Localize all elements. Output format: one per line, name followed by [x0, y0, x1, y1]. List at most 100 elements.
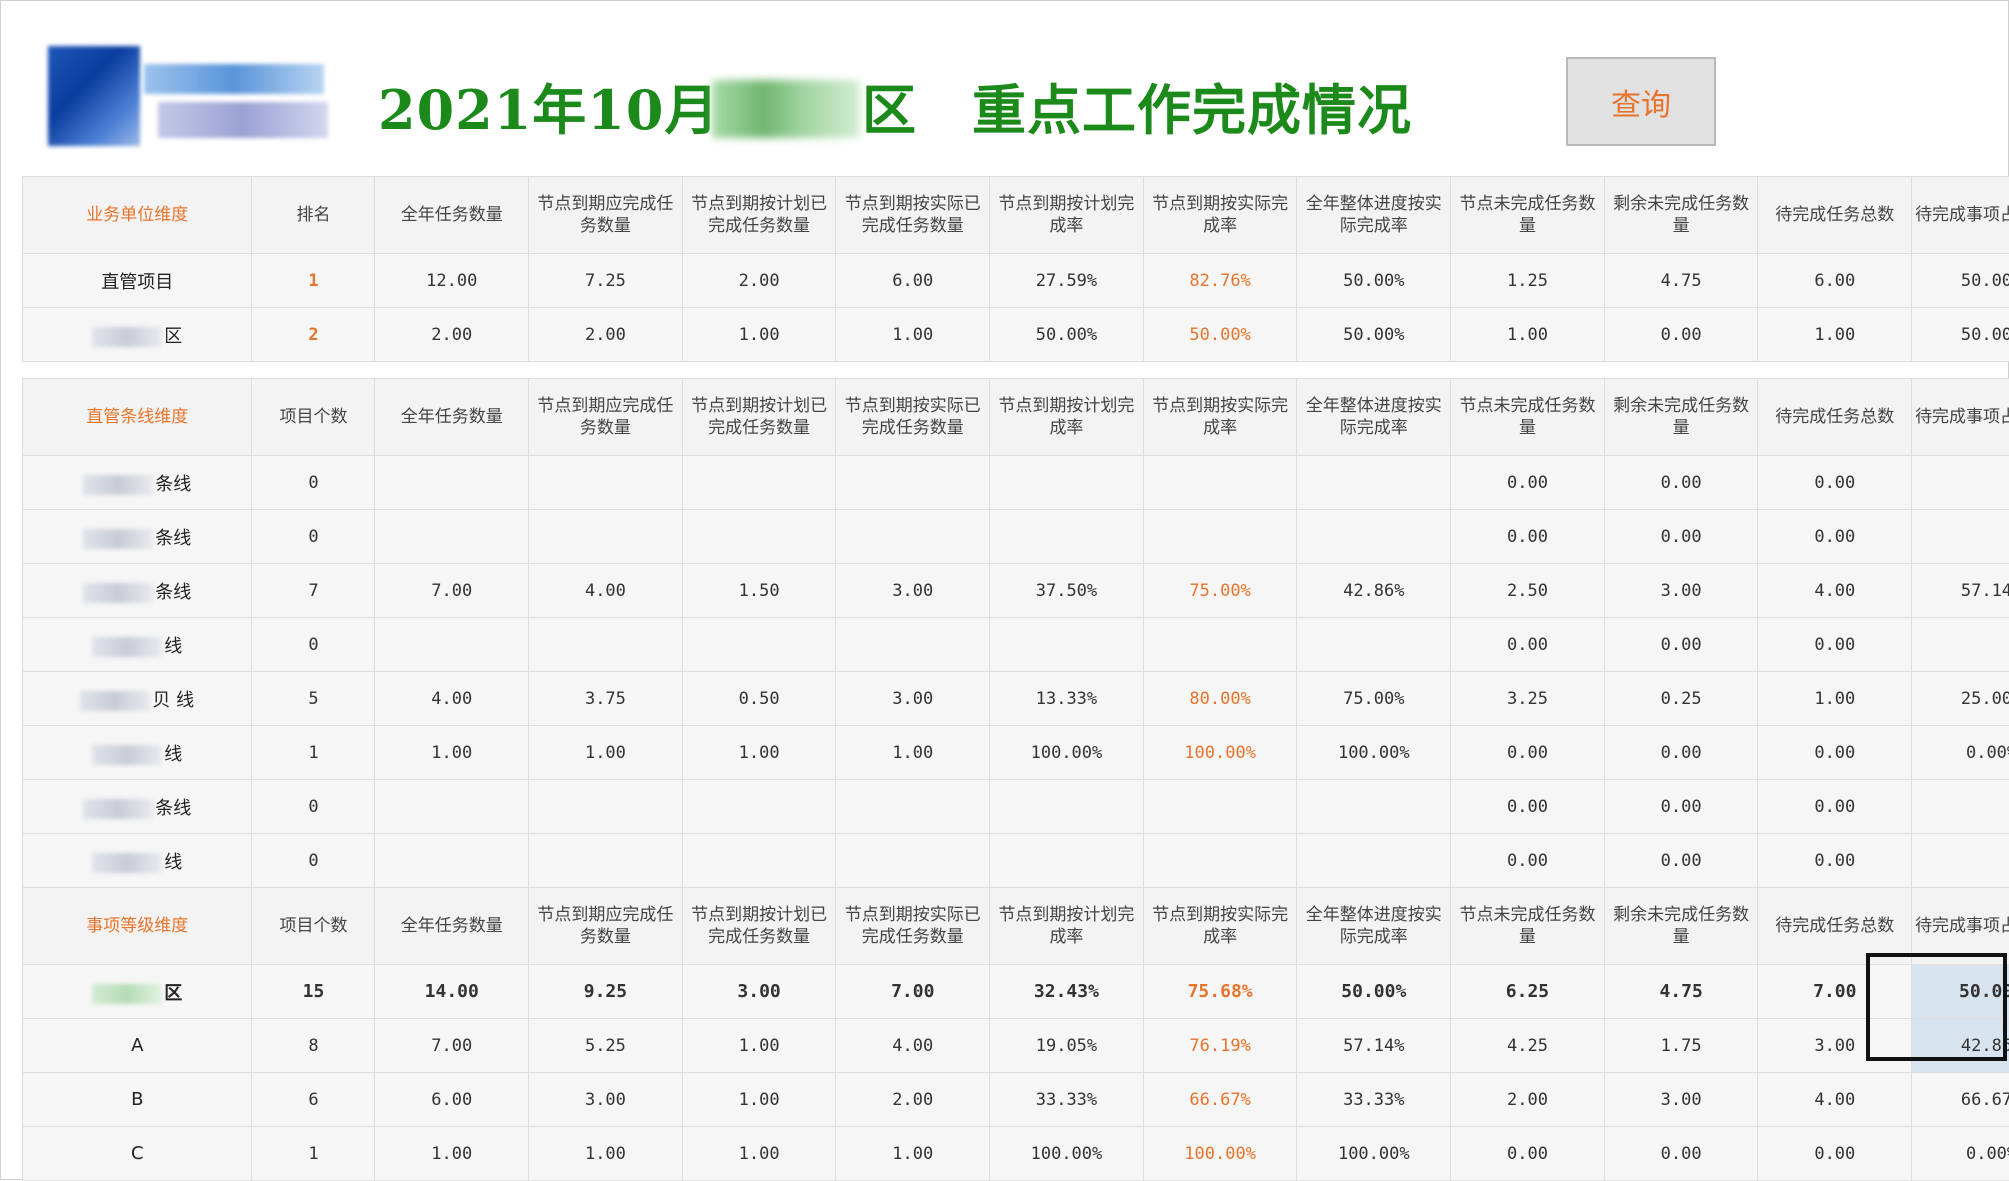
row-label-cell[interactable]: A: [23, 1019, 252, 1073]
column-header[interactable]: 节点到期按实际完成率: [1143, 177, 1297, 254]
value-cell[interactable]: 80.00%: [1143, 672, 1297, 726]
row-label-cell[interactable]: B: [23, 1073, 252, 1127]
value-cell[interactable]: [1143, 618, 1297, 672]
value-cell[interactable]: 0.00: [1451, 1127, 1605, 1181]
value-cell[interactable]: 32.43%: [990, 965, 1144, 1019]
rank-cell[interactable]: 2: [252, 308, 375, 362]
value-cell[interactable]: 12.00: [375, 254, 529, 308]
value-cell[interactable]: 0.00: [1604, 618, 1758, 672]
value-cell[interactable]: 100.00%: [1297, 1127, 1451, 1181]
value-cell[interactable]: 6.00: [836, 254, 990, 308]
value-cell[interactable]: 0.00: [1758, 726, 1912, 780]
value-cell[interactable]: 0.00: [1604, 780, 1758, 834]
value-cell[interactable]: 0.00: [1451, 726, 1605, 780]
value-cell[interactable]: [1297, 456, 1451, 510]
value-cell[interactable]: 6.00: [375, 1073, 529, 1127]
column-header[interactable]: 节点到期按计划已完成任务数量: [682, 379, 836, 456]
value-cell[interactable]: 0.00: [1604, 726, 1758, 780]
value-cell[interactable]: 6.00: [1758, 254, 1912, 308]
value-cell[interactable]: [836, 456, 990, 510]
row-label-cell[interactable]: 条线: [23, 564, 252, 618]
value-cell[interactable]: 1.75: [1604, 1019, 1758, 1073]
column-header[interactable]: 节点到期应完成任务数量: [529, 177, 683, 254]
value-cell[interactable]: 3.00: [836, 564, 990, 618]
value-cell[interactable]: [375, 510, 529, 564]
value-cell[interactable]: 57.14%: [1297, 1019, 1451, 1073]
value-cell[interactable]: 2.00: [375, 308, 529, 362]
value-cell[interactable]: [529, 780, 683, 834]
row-label-cell[interactable]: 条线: [23, 510, 252, 564]
value-cell[interactable]: 66.67%: [1912, 1073, 2009, 1127]
count-cell[interactable]: 15: [252, 965, 375, 1019]
value-cell[interactable]: 3.00: [682, 965, 836, 1019]
column-header[interactable]: 待完成任务总数: [1758, 379, 1912, 456]
value-cell[interactable]: [1912, 834, 2009, 888]
column-header[interactable]: 排名: [252, 177, 375, 254]
column-header[interactable]: 节点到期按计划已完成任务数量: [682, 888, 836, 965]
column-header[interactable]: 待完成任务总数: [1758, 177, 1912, 254]
count-cell[interactable]: 0: [252, 834, 375, 888]
value-cell[interactable]: 4.00: [529, 564, 683, 618]
value-cell[interactable]: 37.50%: [990, 564, 1144, 618]
count-cell[interactable]: 0: [252, 618, 375, 672]
value-cell[interactable]: 4.00: [1758, 1073, 1912, 1127]
dimension-header[interactable]: 业务单位维度: [23, 177, 252, 254]
column-header[interactable]: 全年任务数量: [375, 379, 529, 456]
rank-cell[interactable]: 1: [252, 254, 375, 308]
value-cell[interactable]: 27.59%: [990, 254, 1144, 308]
value-cell[interactable]: 75.68%: [1143, 965, 1297, 1019]
value-cell[interactable]: [682, 618, 836, 672]
value-cell[interactable]: [375, 834, 529, 888]
value-cell[interactable]: 42.86%: [1297, 564, 1451, 618]
value-cell[interactable]: 1.00: [529, 1127, 683, 1181]
count-cell[interactable]: 1: [252, 726, 375, 780]
value-cell[interactable]: 0.00: [1604, 510, 1758, 564]
value-cell[interactable]: 0.00: [1758, 456, 1912, 510]
value-cell[interactable]: 0.25: [1604, 672, 1758, 726]
value-cell[interactable]: [1143, 834, 1297, 888]
value-cell[interactable]: 4.00: [836, 1019, 990, 1073]
row-label-cell[interactable]: 直管项目: [23, 254, 252, 308]
column-header[interactable]: 节点到期按实际已完成任务数量: [836, 888, 990, 965]
value-cell[interactable]: 3.00: [1604, 564, 1758, 618]
column-header[interactable]: 全年任务数量: [375, 177, 529, 254]
value-cell[interactable]: 4.75: [1604, 254, 1758, 308]
value-cell[interactable]: 0.00: [1451, 780, 1605, 834]
column-header[interactable]: 节点到期应完成任务数量: [529, 379, 683, 456]
value-cell[interactable]: [1297, 834, 1451, 888]
value-cell[interactable]: 75.00%: [1297, 672, 1451, 726]
value-cell[interactable]: 1.00: [375, 1127, 529, 1181]
column-header[interactable]: 全年任务数量: [375, 888, 529, 965]
value-cell[interactable]: 4.00: [375, 672, 529, 726]
value-cell[interactable]: 7.00: [375, 1019, 529, 1073]
value-cell[interactable]: 0.00: [1604, 308, 1758, 362]
value-cell[interactable]: 2.00: [1451, 1073, 1605, 1127]
value-cell[interactable]: [1912, 456, 2009, 510]
row-label-cell[interactable]: 区: [23, 965, 252, 1019]
value-cell[interactable]: [529, 618, 683, 672]
value-cell[interactable]: 0.00: [1451, 510, 1605, 564]
value-cell[interactable]: [529, 510, 683, 564]
row-label-cell[interactable]: 区: [23, 308, 252, 362]
value-cell[interactable]: 1.00: [375, 726, 529, 780]
value-cell[interactable]: 0.00: [1758, 1127, 1912, 1181]
value-cell[interactable]: 3.00: [836, 672, 990, 726]
value-cell[interactable]: [1143, 780, 1297, 834]
value-cell[interactable]: 1.00: [682, 1073, 836, 1127]
value-cell[interactable]: 50.00%: [1912, 254, 2009, 308]
dimension-header[interactable]: 事项等级维度: [23, 888, 252, 965]
value-cell[interactable]: 33.33%: [1297, 1073, 1451, 1127]
value-cell[interactable]: 50.00%: [1297, 254, 1451, 308]
count-cell[interactable]: 0: [252, 780, 375, 834]
value-cell[interactable]: 14.00: [375, 965, 529, 1019]
value-cell[interactable]: 1.00: [1758, 672, 1912, 726]
value-cell[interactable]: [1912, 780, 2009, 834]
column-header[interactable]: 节点到期按计划完成率: [990, 379, 1144, 456]
column-header[interactable]: 节点到期应完成任务数量: [529, 888, 683, 965]
value-cell[interactable]: 0.50: [682, 672, 836, 726]
row-label-cell[interactable]: 线: [23, 834, 252, 888]
value-cell[interactable]: 7.00: [836, 965, 990, 1019]
column-header[interactable]: 节点到期按计划已完成任务数量: [682, 177, 836, 254]
value-cell[interactable]: 1.00: [1758, 308, 1912, 362]
value-cell[interactable]: 7.25: [529, 254, 683, 308]
